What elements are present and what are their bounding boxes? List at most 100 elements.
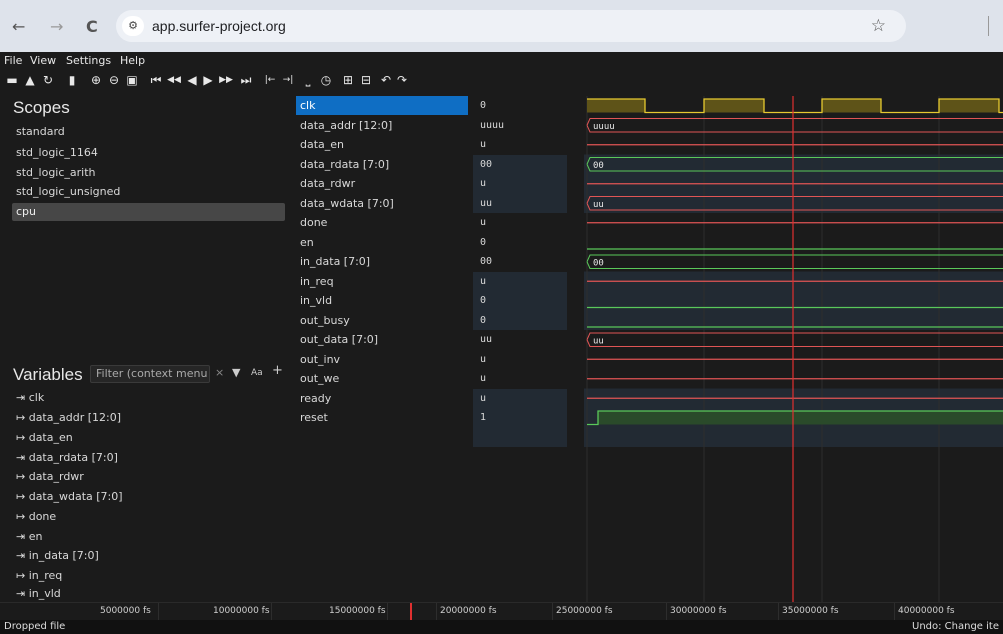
- toolbar-separator: [988, 16, 989, 36]
- reload-icon[interactable]: C: [86, 17, 98, 36]
- signal-value: 0: [480, 314, 487, 326]
- clock-high-fill: [704, 99, 764, 113]
- filter-icon[interactable]: ▼: [232, 366, 240, 379]
- signal-name[interactable]: data_rdata [7:0]: [300, 155, 389, 174]
- variable-item[interactable]: ↦ done: [16, 507, 56, 526]
- bus-value-label: uu: [593, 200, 604, 210]
- signal-name[interactable]: data_wdata [7:0]: [300, 194, 394, 213]
- menu-help[interactable]: Help: [120, 54, 145, 67]
- variable-item[interactable]: ↦ data_en: [16, 428, 73, 447]
- scope-item-cpu[interactable]: cpu: [12, 203, 285, 221]
- undo-icon[interactable]: ↶: [378, 72, 394, 88]
- scope-item-std-logic-unsigned[interactable]: std_logic_unsigned: [16, 183, 120, 201]
- signal-name[interactable]: done: [300, 213, 327, 232]
- tick-mark: [552, 603, 553, 621]
- address-bar[interactable]: ⚙ app.surfer-project.org ☆: [116, 10, 906, 42]
- url-text[interactable]: app.surfer-project.org: [152, 18, 286, 34]
- row-band: [473, 271, 567, 330]
- clear-filter-icon[interactable]: ×: [215, 366, 224, 379]
- signal-name[interactable]: out_inv: [300, 350, 340, 369]
- signal-name[interactable]: out_busy: [300, 311, 350, 330]
- zoom-in-icon[interactable]: ⊕: [88, 72, 104, 88]
- undo-status: Undo: Change ite: [912, 621, 999, 632]
- case-sensitive-icon[interactable]: Aa: [251, 368, 263, 378]
- signal-name[interactable]: clk: [296, 96, 468, 115]
- variable-item[interactable]: ⇥ en: [16, 527, 42, 546]
- bus-waveform: [586, 332, 1003, 347]
- clock-high-fill: [587, 99, 645, 113]
- tick-label: 25000000 fs: [556, 606, 613, 616]
- signal-values-column: 0 uuuu u 00 u uu u 0 00 u 0 0 uu u u u 1: [473, 96, 567, 602]
- redo-icon[interactable]: ↷: [394, 72, 410, 88]
- variable-filter-input[interactable]: Filter (context menu: [90, 365, 210, 383]
- signal-value: 00: [480, 158, 493, 170]
- variable-item[interactable]: ↦ in_req: [16, 566, 62, 585]
- signal-name[interactable]: data_en: [300, 135, 344, 154]
- waveform-viewer[interactable]: uuuu 00 uu 00 uu: [584, 96, 1003, 602]
- remove-icon[interactable]: ⊟: [358, 72, 374, 88]
- download-icon[interactable]: ▲: [22, 72, 38, 88]
- app-root: ← → C ⚙ app.surfer-project.org ☆ File Vi…: [0, 0, 1003, 634]
- variable-item[interactable]: ⇥ clk: [16, 388, 44, 407]
- add-icon[interactable]: ⊞: [340, 72, 356, 88]
- bookmark-star-icon[interactable]: ☆: [871, 16, 886, 36]
- tick-label: 20000000 fs: [440, 606, 497, 616]
- variable-item[interactable]: ↦ data_wdata [7:0]: [16, 487, 123, 506]
- variable-item[interactable]: ↦ data_addr [12:0]: [16, 408, 121, 427]
- signal-name[interactable]: ready: [300, 389, 331, 408]
- goto-start-icon[interactable]: ⏮: [148, 72, 164, 88]
- menu-view[interactable]: View: [30, 54, 56, 67]
- step-forward-fast-icon[interactable]: ▶▶: [218, 72, 234, 88]
- tick-label: 35000000 fs: [782, 606, 839, 616]
- signal-name[interactable]: in_vld: [300, 291, 332, 310]
- signal-names-column: clk data_addr [12:0] data_en data_rdata [7:…: [296, 96, 470, 602]
- forward-icon[interactable]: →: [50, 17, 63, 36]
- signal-value: u: [480, 392, 487, 404]
- tick-mark: [666, 603, 667, 621]
- signal-value: uu: [480, 197, 493, 209]
- axis-cursor-marker: [410, 603, 412, 621]
- signal-name[interactable]: en: [300, 233, 314, 252]
- signal-name[interactable]: data_addr [12:0]: [300, 116, 392, 135]
- variable-item[interactable]: ⇥ in_data [7:0]: [16, 546, 99, 565]
- menu-file[interactable]: File: [4, 54, 22, 67]
- refresh-icon[interactable]: ↻: [40, 72, 56, 88]
- prev-transition-icon[interactable]: |←: [262, 72, 278, 88]
- signal-name[interactable]: out_we: [300, 369, 339, 388]
- divider-icon[interactable]: ⎵: [300, 72, 316, 88]
- add-variable-icon[interactable]: +: [272, 363, 283, 378]
- variables-heading: Variables: [13, 365, 83, 384]
- variable-item[interactable]: ↦ data_rdwr: [16, 467, 84, 486]
- menu-settings[interactable]: Settings: [66, 54, 111, 67]
- signal-value: u: [480, 178, 487, 189]
- step-back-fast-icon[interactable]: ◀◀: [166, 72, 182, 88]
- open-folder-icon[interactable]: ▬: [4, 72, 20, 88]
- signal-name[interactable]: in_req: [300, 272, 334, 291]
- signal-value: u: [480, 139, 487, 150]
- timer-icon[interactable]: ◷: [318, 72, 334, 88]
- step-back-icon[interactable]: ◀: [184, 72, 200, 88]
- copy-icon[interactable]: ▮: [64, 72, 80, 88]
- menu-bar: File View Settings Help: [0, 52, 1003, 69]
- zoom-out-icon[interactable]: ⊖: [106, 72, 122, 88]
- next-transition-icon[interactable]: →|: [280, 72, 296, 88]
- signal-name[interactable]: data_rdwr: [300, 174, 355, 193]
- site-settings-icon[interactable]: ⚙: [122, 16, 144, 36]
- waveform-canvas[interactable]: uuuu 00 uu 00 uu: [584, 96, 1003, 602]
- signal-name[interactable]: out_data [7:0]: [300, 330, 378, 349]
- signal-value: 0: [480, 100, 487, 111]
- signal-name[interactable]: reset: [300, 408, 328, 427]
- step-forward-icon[interactable]: ▶: [200, 72, 216, 88]
- bus-waveform: [586, 254, 1003, 269]
- back-icon[interactable]: ←: [12, 17, 25, 36]
- tick-label: 10000000 fs: [213, 606, 270, 616]
- signal-value: 1: [480, 412, 487, 423]
- zoom-fit-icon[interactable]: ▣: [124, 72, 140, 88]
- goto-end-icon[interactable]: ⏭: [238, 72, 254, 88]
- scope-item-std-logic-arith[interactable]: std_logic_arith: [16, 164, 96, 182]
- variable-item[interactable]: ⇥ in_vld: [16, 584, 61, 603]
- scope-item-standard[interactable]: standard: [16, 123, 65, 141]
- scope-item-std-logic-1164[interactable]: std_logic_1164: [16, 144, 98, 162]
- signal-name[interactable]: in_data [7:0]: [300, 252, 370, 271]
- variable-item[interactable]: ⇥ data_rdata [7:0]: [16, 448, 118, 467]
